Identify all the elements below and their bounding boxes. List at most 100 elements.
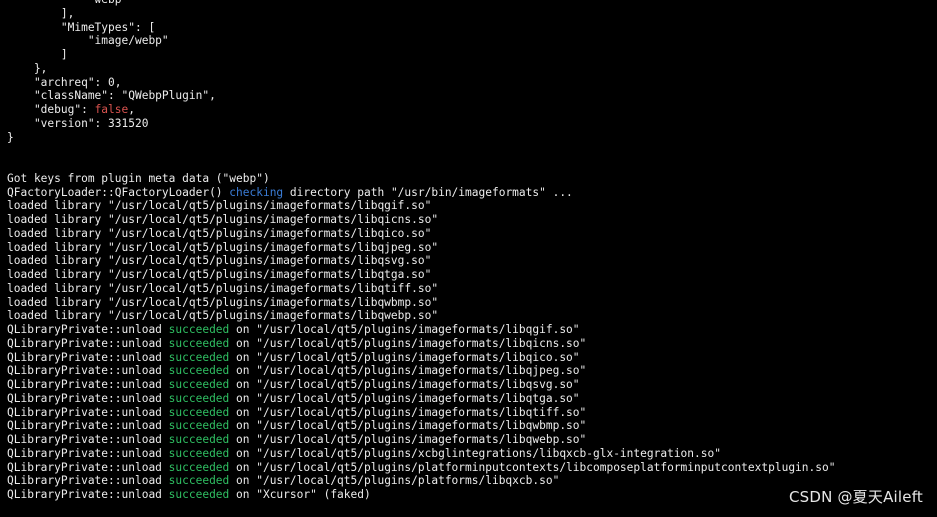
terminal-line: QFactoryLoader::QFactoryLoader() checkin… [7, 186, 573, 200]
terminal-line: }, [7, 62, 47, 76]
terminal-success-text: succeeded [168, 446, 230, 460]
terminal-text: loaded library "/usr/local/qt5/plugins/i… [7, 295, 439, 309]
terminal-success-text: succeeded [168, 323, 230, 336]
terminal-text: on "/usr/local/qt5/plugins/imageformats/… [229, 336, 587, 350]
terminal-line: "debug": false, [7, 103, 135, 117]
terminal-text: Got keys from plugin meta data ("webp") [7, 171, 270, 185]
terminal-text: QLibraryPrivate::unload [7, 391, 169, 405]
terminal-line: QLibraryPrivate::unload succeeded on "/u… [7, 337, 586, 351]
terminal-success-text: succeeded [168, 378, 230, 391]
terminal-text: loaded library "/usr/local/qt5/plugins/i… [7, 268, 432, 281]
terminal-text: QLibraryPrivate::unload [7, 474, 169, 488]
terminal-success-text: succeeded [168, 433, 230, 446]
terminal-text: loaded library "/usr/local/qt5/plugins/i… [7, 254, 432, 268]
terminal-line: QLibraryPrivate::unload succeeded on "/u… [7, 378, 580, 392]
terminal-text: QLibraryPrivate::unload [7, 405, 169, 419]
terminal-text: loaded library "/usr/local/qt5/plugins/i… [7, 240, 439, 254]
terminal-text: on "/usr/local/qt5/plugins/imageformats/… [229, 378, 580, 391]
terminal-text: "debug": [7, 103, 95, 116]
terminal-text: on "/usr/local/qt5/plugins/imageformats/… [229, 350, 580, 364]
terminal-success-text: succeeded [168, 488, 230, 501]
terminal-line: loaded library "/usr/local/qt5/plugins/i… [7, 213, 438, 227]
terminal-line: "archreq": 0, [7, 76, 122, 90]
terminal-text: on "Xcursor" (faked) [229, 488, 371, 501]
watermark: CSDN @夏天Aileft [788, 488, 923, 506]
terminal-line: QLibraryPrivate::unload succeeded on "/u… [7, 392, 580, 406]
terminal-line: QLibraryPrivate::unload succeeded on "/u… [7, 461, 835, 475]
terminal-text: ] [7, 48, 68, 61]
terminal-keyword-text: checking [229, 185, 284, 199]
terminal-success-text: succeeded [168, 405, 230, 419]
terminal-success-text: succeeded [168, 474, 230, 488]
terminal-line: loaded library "/usr/local/qt5/plugins/i… [7, 296, 438, 310]
terminal-text: on "/usr/local/qt5/plugins/imageformats/… [229, 391, 580, 405]
terminal-text: on "/usr/local/qt5/plugins/xcbglintegrat… [229, 446, 721, 460]
terminal-success-text: succeeded [168, 391, 230, 405]
terminal-line: "MimeTypes": [ [7, 21, 155, 35]
terminal-text: on "/usr/local/qt5/plugins/imageformats/… [229, 419, 587, 433]
terminal-text: "className": "QWebpPlugin", [7, 89, 216, 103]
terminal-line: QLibraryPrivate::unload succeeded on "/u… [7, 447, 721, 461]
terminal-line: loaded library "/usr/local/qt5/plugins/i… [7, 199, 431, 213]
terminal-text: on "/usr/local/qt5/plugins/platforminput… [229, 460, 836, 474]
terminal-text: QLibraryPrivate::unload [7, 364, 169, 378]
terminal-text: loaded library "/usr/local/qt5/plugins/i… [7, 199, 432, 213]
terminal-line: QLibraryPrivate::unload succeeded on "/u… [7, 474, 559, 488]
terminal-text: QLibraryPrivate::unload [7, 488, 169, 501]
terminal-text: QLibraryPrivate::unload [7, 350, 169, 364]
terminal-text: ], [7, 6, 75, 20]
terminal-line: QLibraryPrivate::unload succeeded on "/u… [7, 351, 580, 365]
terminal-text: on "/usr/local/qt5/plugins/imageformats/… [229, 405, 587, 419]
terminal-line: QLibraryPrivate::unload succeeded on "/u… [7, 406, 586, 420]
terminal-text: "archreq": 0, [7, 75, 122, 89]
terminal-text: QLibraryPrivate::unload [7, 433, 169, 446]
terminal-line: Got keys from plugin meta data ("webp") [7, 172, 270, 186]
terminal-success-text: succeeded [168, 336, 230, 350]
terminal-text: on "/usr/local/qt5/plugins/imageformats/… [229, 323, 580, 336]
terminal-text: on "/usr/local/qt5/plugins/imageformats/… [229, 364, 587, 378]
terminal-line: loaded library "/usr/local/qt5/plugins/i… [7, 254, 431, 268]
terminal-line: QLibraryPrivate::unload succeeded on "/u… [7, 419, 586, 433]
terminal-line: loaded library "/usr/local/qt5/plugins/i… [7, 282, 438, 296]
terminal-line: loaded library "/usr/local/qt5/plugins/i… [7, 268, 431, 282]
terminal-text: loaded library "/usr/local/qt5/plugins/i… [7, 213, 439, 226]
terminal-success-text: succeeded [168, 460, 230, 474]
terminal-line: loaded library "/usr/local/qt5/plugins/i… [7, 309, 438, 323]
terminal-text: directory path "/usr/bin/imageformats" .… [283, 185, 573, 199]
terminal-line: QLibraryPrivate::unload succeeded on "Xc… [7, 488, 371, 502]
terminal-line: loaded library "/usr/local/qt5/plugins/i… [7, 227, 431, 241]
terminal-line: "className": "QWebpPlugin", [7, 89, 216, 103]
terminal-text: QLibraryPrivate::unload [7, 419, 169, 433]
terminal-text: loaded library "/usr/local/qt5/plugins/i… [7, 309, 439, 323]
terminal-text: QFactoryLoader::QFactoryLoader() [7, 185, 230, 199]
terminal-line: "version": 331520 [7, 116, 149, 131]
terminal-text: }, [7, 61, 48, 75]
terminal-text: QLibraryPrivate::unload [7, 378, 169, 391]
terminal-line: QLibraryPrivate::unload succeeded on "/u… [7, 433, 586, 447]
terminal-line: QLibraryPrivate::unload succeeded on "/u… [7, 323, 580, 337]
terminal-line: loaded library "/usr/local/qt5/plugins/i… [7, 241, 438, 255]
terminal-text: "version": 331520 [7, 116, 149, 130]
terminal-text: on "/usr/local/qt5/plugins/imageformats/… [229, 433, 587, 446]
terminal-line: "image/webp" [7, 34, 169, 48]
terminal-bool-text: false [94, 103, 129, 116]
terminal-success-text: succeeded [168, 350, 230, 364]
terminal-text: "MimeTypes": [ [7, 20, 156, 34]
terminal-line: ] [7, 48, 68, 62]
terminal-text: QLibraryPrivate::unload [7, 336, 169, 350]
terminal-window[interactable]: "webp" ], "MimeTypes": [ "image/webp" ] … [0, 0, 937, 517]
terminal-text: } [7, 130, 14, 144]
terminal-text: "image/webp" [7, 34, 169, 48]
terminal-text: on "/usr/local/qt5/plugins/platforms/lib… [229, 474, 560, 488]
terminal-success-text: succeeded [168, 364, 230, 378]
terminal-success-text: succeeded [168, 419, 230, 433]
terminal-line: QLibraryPrivate::unload succeeded on "/u… [7, 364, 586, 378]
terminal-text: , [128, 103, 135, 116]
terminal-text: QLibraryPrivate::unload [7, 323, 169, 336]
terminal-text: loaded library "/usr/local/qt5/plugins/i… [7, 281, 439, 295]
terminal-text: "webp" [7, 0, 128, 6]
terminal-line: } [7, 131, 14, 145]
terminal-text: QLibraryPrivate::unload [7, 460, 169, 474]
terminal-line: ], [7, 7, 74, 21]
terminal-text: QLibraryPrivate::unload [7, 446, 169, 460]
